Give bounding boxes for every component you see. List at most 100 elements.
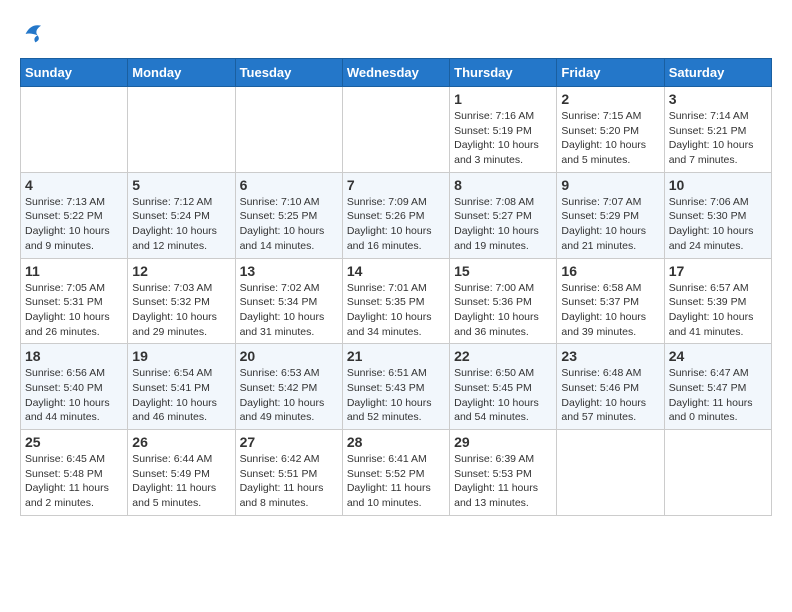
calendar-cell — [664, 430, 771, 516]
day-number: 23 — [561, 348, 659, 364]
calendar-cell: 23 Sunrise: 6:48 AM Sunset: 5:46 PM Dayli… — [557, 344, 664, 430]
calendar-cell: 5 Sunrise: 7:12 AM Sunset: 5:24 PM Daylig… — [128, 172, 235, 258]
day-info: Sunrise: 6:47 AM Sunset: 5:47 PM Dayligh… — [669, 366, 767, 425]
calendar-cell: 27 Sunrise: 6:42 AM Sunset: 5:51 PM Dayli… — [235, 430, 342, 516]
day-info: Sunrise: 7:14 AM Sunset: 5:21 PM Dayligh… — [669, 109, 767, 168]
day-number: 17 — [669, 263, 767, 279]
day-info: Sunrise: 7:13 AM Sunset: 5:22 PM Dayligh… — [25, 195, 123, 254]
day-info: Sunrise: 6:54 AM Sunset: 5:41 PM Dayligh… — [132, 366, 230, 425]
calendar-cell: 25 Sunrise: 6:45 AM Sunset: 5:48 PM Dayli… — [21, 430, 128, 516]
day-number: 3 — [669, 91, 767, 107]
day-number: 4 — [25, 177, 123, 193]
day-info: Sunrise: 7:09 AM Sunset: 5:26 PM Dayligh… — [347, 195, 445, 254]
day-info: Sunrise: 6:58 AM Sunset: 5:37 PM Dayligh… — [561, 281, 659, 340]
calendar-cell: 3 Sunrise: 7:14 AM Sunset: 5:21 PM Daylig… — [664, 87, 771, 173]
calendar-cell: 21 Sunrise: 6:51 AM Sunset: 5:43 PM Dayli… — [342, 344, 449, 430]
day-number: 11 — [25, 263, 123, 279]
column-header-sunday: Sunday — [21, 59, 128, 87]
logo-bird-icon — [20, 20, 48, 48]
calendar-cell: 2 Sunrise: 7:15 AM Sunset: 5:20 PM Daylig… — [557, 87, 664, 173]
day-number: 12 — [132, 263, 230, 279]
day-info: Sunrise: 7:15 AM Sunset: 5:20 PM Dayligh… — [561, 109, 659, 168]
day-number: 18 — [25, 348, 123, 364]
column-header-friday: Friday — [557, 59, 664, 87]
calendar-cell: 24 Sunrise: 6:47 AM Sunset: 5:47 PM Dayli… — [664, 344, 771, 430]
day-info: Sunrise: 6:51 AM Sunset: 5:43 PM Dayligh… — [347, 366, 445, 425]
calendar-cell — [235, 87, 342, 173]
calendar-cell: 10 Sunrise: 7:06 AM Sunset: 5:30 PM Dayli… — [664, 172, 771, 258]
day-info: Sunrise: 7:12 AM Sunset: 5:24 PM Dayligh… — [132, 195, 230, 254]
calendar-cell: 16 Sunrise: 6:58 AM Sunset: 5:37 PM Dayli… — [557, 258, 664, 344]
calendar-cell: 13 Sunrise: 7:02 AM Sunset: 5:34 PM Dayli… — [235, 258, 342, 344]
day-number: 15 — [454, 263, 552, 279]
day-info: Sunrise: 6:45 AM Sunset: 5:48 PM Dayligh… — [25, 452, 123, 511]
day-info: Sunrise: 6:57 AM Sunset: 5:39 PM Dayligh… — [669, 281, 767, 340]
day-info: Sunrise: 6:56 AM Sunset: 5:40 PM Dayligh… — [25, 366, 123, 425]
logo — [20, 20, 52, 48]
calendar-cell: 15Sunrise: 7:00 AM Sunset: 5:36 PM Dayli… — [450, 258, 557, 344]
calendar-cell: 28 Sunrise: 6:41 AM Sunset: 5:52 PM Dayli… — [342, 430, 449, 516]
calendar-cell: 26 Sunrise: 6:44 AM Sunset: 5:49 PM Dayli… — [128, 430, 235, 516]
day-number: 24 — [669, 348, 767, 364]
day-number: 20 — [240, 348, 338, 364]
day-number: 28 — [347, 434, 445, 450]
calendar-cell: 11 Sunrise: 7:05 AM Sunset: 5:31 PM Dayli… — [21, 258, 128, 344]
column-header-wednesday: Wednesday — [342, 59, 449, 87]
day-info: Sunrise: 7:02 AM Sunset: 5:34 PM Dayligh… — [240, 281, 338, 340]
column-header-thursday: Thursday — [450, 59, 557, 87]
calendar-cell: 14 Sunrise: 7:01 AM Sunset: 5:35 PM Dayli… — [342, 258, 449, 344]
calendar-cell: 9 Sunrise: 7:07 AM Sunset: 5:29 PM Daylig… — [557, 172, 664, 258]
calendar-cell: 18 Sunrise: 6:56 AM Sunset: 5:40 PM Dayli… — [21, 344, 128, 430]
day-info: Sunrise: 6:39 AM Sunset: 5:53 PM Dayligh… — [454, 452, 552, 511]
day-number: 1 — [454, 91, 552, 107]
day-info: Sunrise: 6:41 AM Sunset: 5:52 PM Dayligh… — [347, 452, 445, 511]
calendar-cell: 12 Sunrise: 7:03 AM Sunset: 5:32 PM Dayli… — [128, 258, 235, 344]
day-number: 5 — [132, 177, 230, 193]
day-info: Sunrise: 7:06 AM Sunset: 5:30 PM Dayligh… — [669, 195, 767, 254]
calendar-cell: 6 Sunrise: 7:10 AM Sunset: 5:25 PM Daylig… — [235, 172, 342, 258]
day-number: 2 — [561, 91, 659, 107]
column-header-monday: Monday — [128, 59, 235, 87]
day-number: 19 — [132, 348, 230, 364]
calendar-cell: 19 Sunrise: 6:54 AM Sunset: 5:41 PM Dayli… — [128, 344, 235, 430]
column-header-saturday: Saturday — [664, 59, 771, 87]
calendar-cell — [342, 87, 449, 173]
calendar-cell: 1 Sunrise: 7:16 AM Sunset: 5:19 PM Daylig… — [450, 87, 557, 173]
calendar-cell: 22 Sunrise: 6:50 AM Sunset: 5:45 PM Dayli… — [450, 344, 557, 430]
day-number: 22 — [454, 348, 552, 364]
day-number: 10 — [669, 177, 767, 193]
day-info: Sunrise: 7:05 AM Sunset: 5:31 PM Dayligh… — [25, 281, 123, 340]
day-number: 25 — [25, 434, 123, 450]
day-number: 6 — [240, 177, 338, 193]
day-info: Sunrise: 7:08 AM Sunset: 5:27 PM Dayligh… — [454, 195, 552, 254]
day-info: Sunrise: 7:03 AM Sunset: 5:32 PM Dayligh… — [132, 281, 230, 340]
day-info: Sunrise: 6:53 AM Sunset: 5:42 PM Dayligh… — [240, 366, 338, 425]
day-number: 13 — [240, 263, 338, 279]
day-number: 14 — [347, 263, 445, 279]
calendar-cell: 7 Sunrise: 7:09 AM Sunset: 5:26 PM Daylig… — [342, 172, 449, 258]
day-info: Sunrise: 7:07 AM Sunset: 5:29 PM Dayligh… — [561, 195, 659, 254]
day-info: Sunrise: 6:42 AM Sunset: 5:51 PM Dayligh… — [240, 452, 338, 511]
day-info: Sunrise: 6:50 AM Sunset: 5:45 PM Dayligh… — [454, 366, 552, 425]
day-info: Sunrise: 7:01 AM Sunset: 5:35 PM Dayligh… — [347, 281, 445, 340]
day-number: 16 — [561, 263, 659, 279]
calendar-cell: 20 Sunrise: 6:53 AM Sunset: 5:42 PM Dayli… — [235, 344, 342, 430]
day-number: 21 — [347, 348, 445, 364]
day-info: Sunrise: 7:10 AM Sunset: 5:25 PM Dayligh… — [240, 195, 338, 254]
calendar-cell — [21, 87, 128, 173]
day-number: 9 — [561, 177, 659, 193]
day-number: 26 — [132, 434, 230, 450]
day-number: 27 — [240, 434, 338, 450]
calendar-cell: 29 Sunrise: 6:39 AM Sunset: 5:53 PM Dayli… — [450, 430, 557, 516]
day-info: Sunrise: 7:16 AM Sunset: 5:19 PM Dayligh… — [454, 109, 552, 168]
day-info: Sunrise: 6:44 AM Sunset: 5:49 PM Dayligh… — [132, 452, 230, 511]
calendar-cell — [128, 87, 235, 173]
column-header-tuesday: Tuesday — [235, 59, 342, 87]
calendar-table: SundayMondayTuesdayWednesdayThursdayFrid… — [20, 58, 772, 516]
calendar-cell: 4 Sunrise: 7:13 AM Sunset: 5:22 PM Daylig… — [21, 172, 128, 258]
day-number: 8 — [454, 177, 552, 193]
day-number: 29 — [454, 434, 552, 450]
calendar-cell — [557, 430, 664, 516]
day-info: Sunrise: 6:48 AM Sunset: 5:46 PM Dayligh… — [561, 366, 659, 425]
day-number: 7 — [347, 177, 445, 193]
